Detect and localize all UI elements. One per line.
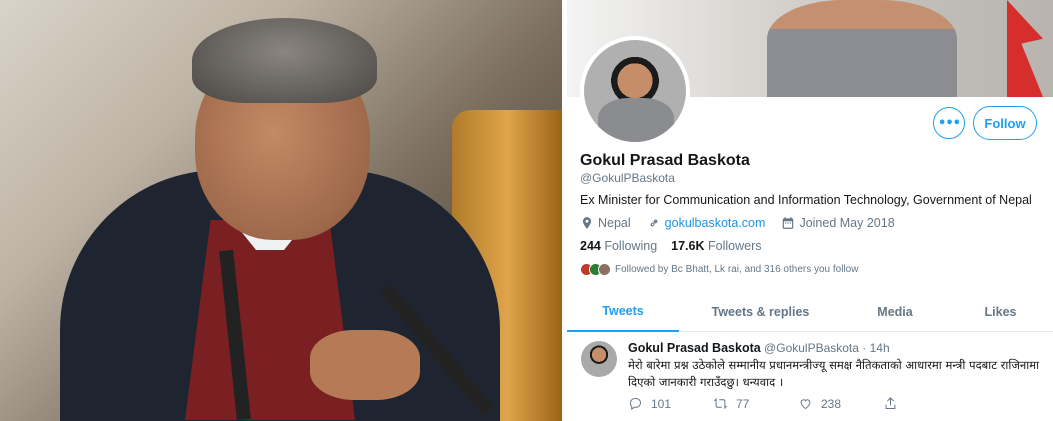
tab-likes[interactable]: Likes: [948, 292, 1053, 332]
profile-name: Gokul Prasad Baskota: [580, 152, 750, 169]
share-icon: [885, 397, 896, 409]
reply-action[interactable]: 101: [628, 396, 713, 411]
follow-button[interactable]: Follow: [973, 106, 1037, 140]
tweet-header: Gokul Prasad Baskota @GokulPBaskota · 14…: [628, 341, 890, 355]
following-stat[interactable]: 244 Following: [580, 239, 657, 253]
avatar-suit: [598, 98, 674, 142]
tab-media[interactable]: Media: [842, 292, 948, 332]
tweet-author[interactable]: Gokul Prasad Baskota: [628, 341, 761, 355]
profile-handle: @GokulPBaskota: [580, 171, 675, 185]
calendar-icon: [783, 217, 794, 229]
link-icon: [650, 219, 658, 227]
tab-tweets-replies[interactable]: Tweets & replies: [679, 292, 842, 332]
followed-by-text: Followed by Bc Bhatt, Lk rai, and 316 ot…: [615, 264, 859, 275]
reply-count: 101: [651, 396, 672, 411]
followers-count: 17.6K: [671, 239, 705, 253]
twitter-profile-card: ••• Follow Gokul Prasad Baskota @GokulPB…: [567, 0, 1053, 421]
profile-meta: Nepal gokulbaskota.com Joined May 2018: [580, 216, 895, 230]
profile-joined: Joined May 2018: [799, 216, 895, 230]
followers-stat[interactable]: 17.6K Followers: [671, 239, 761, 253]
following-label: Following: [604, 239, 658, 253]
banner-person: [767, 0, 957, 97]
news-photo: [0, 0, 562, 421]
profile-website-link[interactable]: gokulbaskota.com: [665, 216, 766, 230]
followers-label: Followers: [708, 239, 762, 253]
retweet-count: 77: [736, 396, 750, 411]
profile-location: Nepal: [598, 216, 631, 230]
followed-by[interactable]: Followed by Bc Bhatt, Lk rai, and 316 ot…: [580, 263, 858, 276]
profile-tabs: Tweets Tweets & replies Media Likes: [567, 292, 1053, 332]
like-count: 238: [821, 396, 842, 411]
tweet[interactable]: Gokul Prasad Baskota @GokulPBaskota · 14…: [567, 333, 1053, 421]
share-action[interactable]: [883, 396, 968, 411]
location-pin-icon: [582, 217, 592, 229]
tweet-actions: 101 77 238: [628, 396, 968, 411]
heart-icon: [800, 399, 811, 410]
nepal-flag: [1007, 0, 1043, 97]
like-action[interactable]: 238: [798, 396, 883, 411]
tweet-text: मेरो बारेमा प्रश्न उठेकोले सम्मानीय प्रध…: [628, 358, 1040, 389]
mini-avatar: [598, 263, 611, 276]
photo-hand: [310, 330, 420, 400]
tweet-handle-time: @GokulPBaskota · 14h: [764, 341, 890, 355]
photo-hair: [192, 18, 377, 103]
tweet-avatar[interactable]: [581, 341, 617, 377]
profile-avatar[interactable]: [580, 36, 690, 146]
profile-bio: Ex Minister for Communication and Inform…: [580, 193, 1032, 207]
following-count: 244: [580, 239, 601, 253]
retweet-icon: [713, 398, 728, 409]
tab-tweets[interactable]: Tweets: [567, 292, 679, 332]
profile-stats: 244 Following 17.6K Followers: [580, 239, 762, 253]
more-options-button[interactable]: •••: [933, 107, 965, 139]
retweet-action[interactable]: 77: [713, 396, 798, 411]
follower-avatars: [580, 263, 611, 276]
reply-icon: [629, 398, 641, 411]
